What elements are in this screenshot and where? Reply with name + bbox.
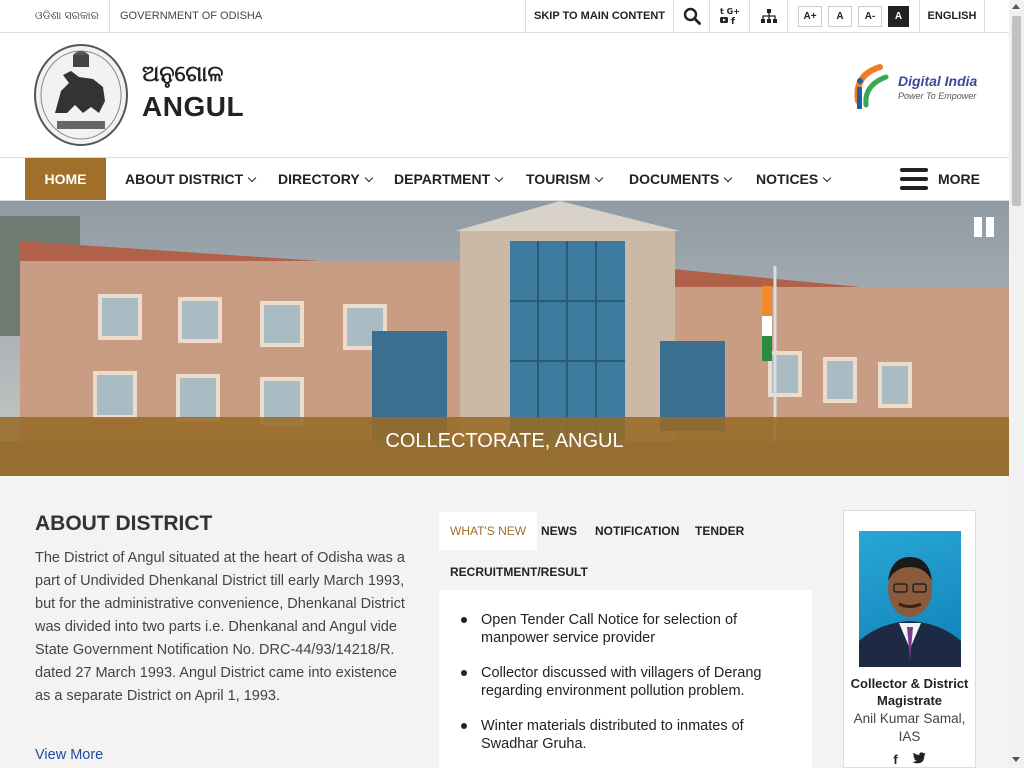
hero-banner: COLLECTORATE, ANGUL <box>0 201 1009 476</box>
government-of-odisha-link[interactable]: GOVERNMENT OF ODISHA <box>120 0 262 32</box>
list-item[interactable]: Winter materials distributed to inmates … <box>461 717 772 753</box>
skip-to-main-content-link[interactable]: SKIP TO MAIN CONTENT <box>525 0 673 32</box>
chevron-down-icon <box>364 173 373 183</box>
svg-text:t G+: t G+ <box>720 7 740 16</box>
digital-india-subtitle: Power To Empower <box>898 91 977 101</box>
chevron-down-icon <box>822 173 832 183</box>
tab-news[interactable]: NEWS <box>530 512 588 550</box>
page-scrollbar[interactable] <box>1009 0 1024 768</box>
chevron-down-icon <box>247 173 257 183</box>
sitemap-icon <box>760 9 777 23</box>
district-title-odia: ଅନୁଗୋଳ <box>142 61 224 86</box>
nav-home[interactable]: HOME <box>25 158 106 200</box>
whats-new-list: Open Tender Call Notice for selection of… <box>439 590 812 753</box>
sitemap-button[interactable] <box>749 0 787 32</box>
view-more-link[interactable]: View More <box>35 747 103 763</box>
nav-documents[interactable]: DOCUMENTS <box>629 158 733 200</box>
search-button[interactable] <box>673 0 709 32</box>
chevron-down-icon <box>595 173 604 183</box>
collector-profile-card: Collector & District Magistrate Anil Kum… <box>843 510 976 768</box>
odisha-emblem-logo[interactable] <box>33 43 129 147</box>
nav-label: TOURISM <box>526 171 591 187</box>
top-utility-bar: ଓଡିଶା ସରକାର GOVERNMENT OF ODISHA SKIP TO… <box>0 0 1009 33</box>
font-increase-button[interactable]: A+ <box>798 5 822 27</box>
high-contrast-button[interactable]: A <box>888 5 909 27</box>
social-media-button[interactable]: t G+ f <box>709 0 749 32</box>
odisha-govt-odia-link[interactable]: ଓଡିଶା ସରକାର <box>35 0 99 32</box>
font-size-controls: A+ A A- A <box>787 0 919 32</box>
list-item[interactable]: Collector discussed with villagers of De… <box>461 664 772 700</box>
digital-india-logo[interactable]: Digital India Power To Empower <box>850 61 980 117</box>
nav-notices[interactable]: NOTICES <box>756 158 832 200</box>
whats-new-panel: Open Tender Call Notice for selection of… <box>439 590 812 768</box>
collector-photo <box>859 531 961 667</box>
scroll-up-arrow-icon[interactable] <box>1012 4 1020 9</box>
font-normal-button[interactable]: A <box>828 5 852 27</box>
nav-label: DOCUMENTS <box>629 171 720 187</box>
divider <box>109 0 110 32</box>
nav-label: DIRECTORY <box>278 171 360 187</box>
nav-department[interactable]: DEPARTMENT <box>394 158 504 200</box>
nav-label: ABOUT DISTRICT <box>125 171 244 187</box>
language-selector[interactable]: ENGLISH <box>919 0 985 32</box>
hamburger-icon <box>900 168 928 190</box>
chevron-down-icon <box>494 173 504 183</box>
list-item[interactable]: Open Tender Call Notice for selection of… <box>461 611 772 647</box>
site-header: ଅନୁଗୋଳ ANGUL Digital India Power To Empo… <box>0 33 1009 157</box>
slider-pause-button[interactable] <box>974 217 996 237</box>
person-portrait-image <box>859 557 961 667</box>
tab-whats-new[interactable]: WHAT'S NEW <box>439 512 538 550</box>
nav-about-district[interactable]: ABOUT DISTRICT <box>125 158 257 200</box>
banner-caption: COLLECTORATE, ANGUL <box>0 417 1009 476</box>
district-title[interactable]: ANGUL <box>142 91 244 123</box>
collector-role: Collector & District Magistrate <box>850 676 969 708</box>
svg-text:f: f <box>731 17 735 26</box>
twitter-icon[interactable] <box>912 752 926 764</box>
collector-social-links: f <box>844 752 975 767</box>
nav-tourism[interactable]: TOURISM <box>526 158 604 200</box>
nav-label: NOTICES <box>756 171 819 187</box>
social-media-icon: t G+ f <box>719 7 740 26</box>
chevron-down-icon <box>723 173 733 183</box>
scroll-down-arrow-icon[interactable] <box>1012 757 1020 762</box>
scrollbar-thumb[interactable] <box>1012 16 1021 206</box>
facebook-icon[interactable]: f <box>893 752 897 767</box>
digital-india-title: Digital India <box>898 73 978 89</box>
main-navigation: HOME ABOUT DISTRICT DIRECTORY DEPARTMENT… <box>0 157 1009 201</box>
tab-tender[interactable]: TENDER <box>684 512 755 550</box>
about-district-heading: ABOUT DISTRICT <box>35 512 213 535</box>
nav-label: DEPARTMENT <box>394 171 491 187</box>
collector-name: Anil Kumar Samal, IAS <box>853 711 966 744</box>
font-decrease-button[interactable]: A- <box>858 5 882 27</box>
tab-recruitment-result[interactable]: RECRUITMENT/RESULT <box>439 553 599 591</box>
nav-directory[interactable]: DIRECTORY <box>278 158 373 200</box>
search-icon <box>683 7 701 25</box>
digital-india-emblem-icon <box>854 64 889 109</box>
more-label: MORE <box>938 171 980 187</box>
tab-notification[interactable]: NOTIFICATION <box>584 512 690 550</box>
more-menu-button[interactable]: MORE <box>900 158 980 200</box>
about-district-text: The District of Angul situated at the he… <box>35 550 405 704</box>
